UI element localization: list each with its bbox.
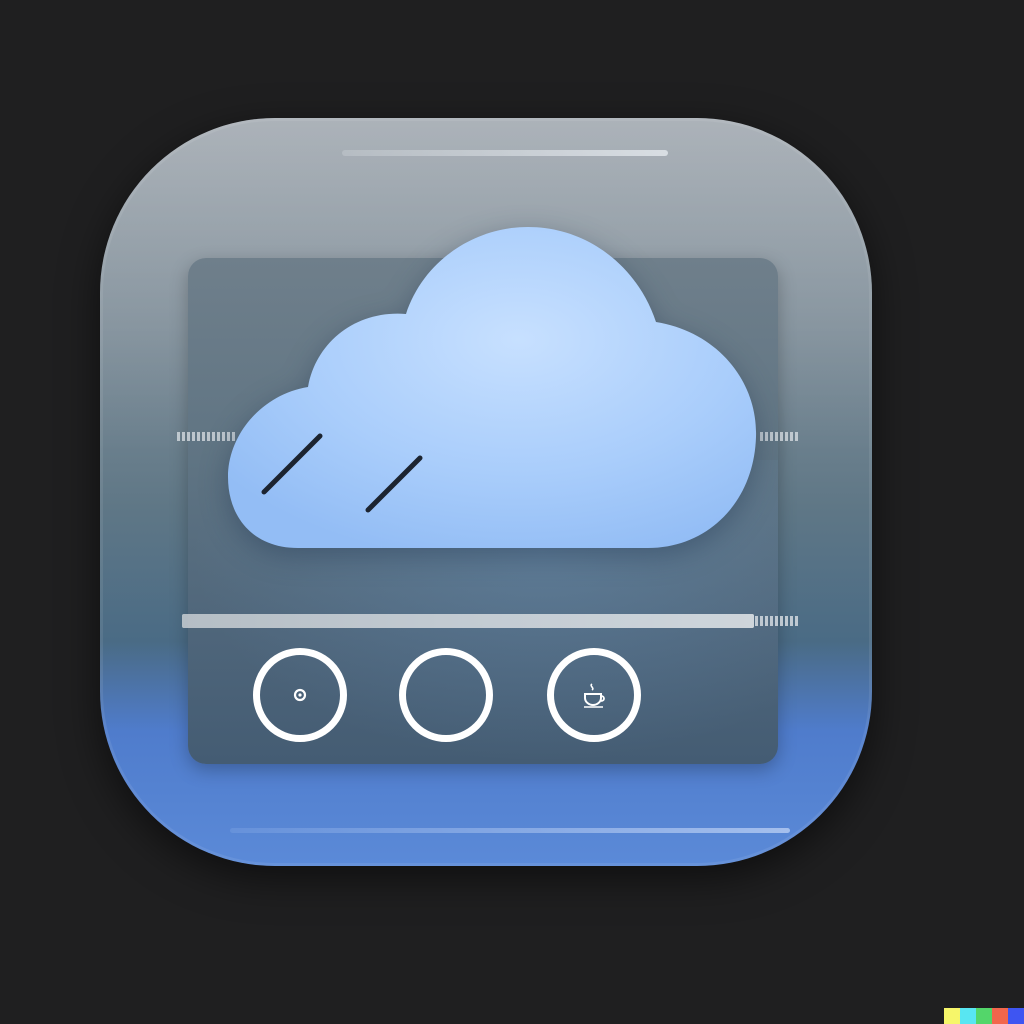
- record-button[interactable]: [253, 648, 347, 742]
- right-label-glyphs: [760, 430, 798, 442]
- watermark-swatch-5: [1008, 1008, 1024, 1024]
- empty-button[interactable]: [399, 648, 493, 742]
- top-glass-highlight: [342, 150, 668, 156]
- watermark-swatch-4: [992, 1008, 1008, 1024]
- watermark-swatch-1: [944, 1008, 960, 1024]
- progress-fill: [182, 614, 754, 628]
- teacup-icon: [584, 683, 605, 708]
- canvas: [0, 0, 1024, 1024]
- watermark-swatch-2: [960, 1008, 976, 1024]
- watermark-swatch-3: [976, 1008, 992, 1024]
- bottom-glass-highlight: [230, 828, 790, 833]
- progress-label-glyphs: [755, 616, 798, 626]
- progress-bar: [182, 614, 754, 628]
- color-watermark: [944, 1008, 1024, 1024]
- teacup-button[interactable]: [547, 648, 641, 742]
- record-dot-icon: [293, 688, 307, 702]
- cloud-icon: [228, 227, 757, 548]
- left-label-glyphs: [177, 430, 235, 442]
